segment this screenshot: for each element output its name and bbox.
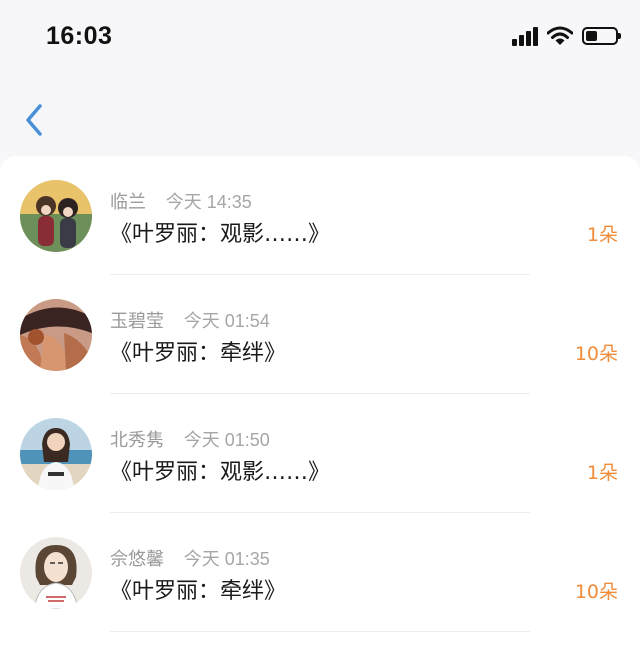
wifi-icon <box>547 26 573 45</box>
chevron-left-icon <box>26 104 42 136</box>
work-title[interactable]: 《叶罗丽：牵绊》 <box>110 573 286 605</box>
gift-count: 1朵 <box>586 224 618 246</box>
status-bar: 16:03 <box>0 0 640 78</box>
back-button[interactable] <box>18 98 54 142</box>
battery-icon <box>582 27 621 45</box>
avatar[interactable] <box>20 299 92 371</box>
gift-count: 10朵 <box>574 343 618 365</box>
item-meta: 佘悠馨 今天 01:35 <box>110 545 270 571</box>
list-item[interactable]: 佘悠馨 今天 01:35 《叶罗丽：牵绊》 10朵 <box>0 513 640 632</box>
sender-name: 临兰 <box>110 192 146 213</box>
gift-record-list: 临兰 今天 14:35 《叶罗丽：观影……》 1朵 玉碧莹 今天 01:54 《… <box>0 156 640 647</box>
avatar[interactable] <box>20 418 92 490</box>
gift-count: 1朵 <box>586 462 618 484</box>
item-meta: 玉碧莹 今天 01:54 <box>110 307 270 333</box>
item-meta: 北秀隽 今天 01:50 <box>110 426 270 452</box>
timestamp: 今天 01:50 <box>183 430 270 450</box>
status-icons <box>512 26 621 46</box>
sender-name: 玉碧莹 <box>110 311 164 332</box>
work-title[interactable]: 《叶罗丽：牵绊》 <box>110 335 286 367</box>
nav-bar <box>0 78 640 158</box>
divider <box>110 631 530 632</box>
work-title[interactable]: 《叶罗丽：观影……》 <box>110 216 330 248</box>
list-item[interactable]: 北秀隽 今天 01:50 《叶罗丽：观影……》 1朵 <box>0 394 640 513</box>
work-title[interactable]: 《叶罗丽：观影……》 <box>110 454 330 486</box>
signal-icon <box>512 26 538 46</box>
avatar[interactable] <box>20 180 92 252</box>
list-item[interactable]: 临兰 今天 14:35 《叶罗丽：观影……》 1朵 <box>0 156 640 275</box>
item-meta: 临兰 今天 14:35 <box>110 188 252 214</box>
timestamp: 今天 14:35 <box>165 192 252 212</box>
gift-count: 10朵 <box>574 581 618 603</box>
avatar[interactable] <box>20 537 92 609</box>
timestamp: 今天 01:54 <box>183 311 270 331</box>
timestamp: 今天 01:35 <box>183 549 270 569</box>
status-time: 16:03 <box>46 22 113 50</box>
sender-name: 佘悠馨 <box>110 549 164 570</box>
list-item[interactable]: 玉碧莹 今天 01:54 《叶罗丽：牵绊》 10朵 <box>0 275 640 394</box>
sender-name: 北秀隽 <box>110 430 164 451</box>
